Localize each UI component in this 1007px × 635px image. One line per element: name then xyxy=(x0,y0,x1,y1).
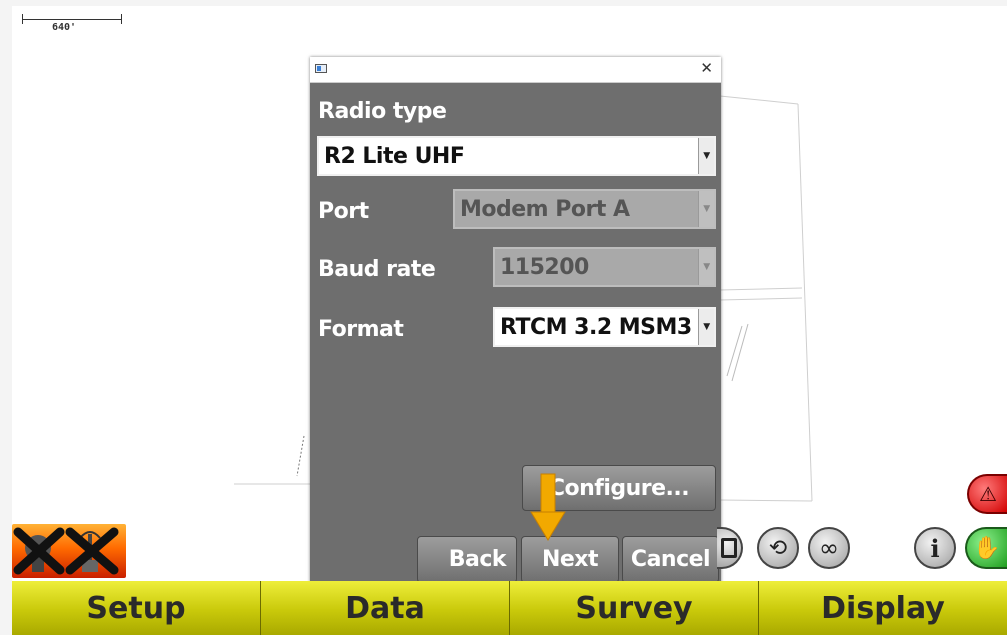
port-value: Modem Port A xyxy=(460,197,630,222)
tab-survey[interactable]: Survey xyxy=(510,581,759,635)
chevron-down-icon: ▼ xyxy=(698,191,714,227)
info-icon[interactable]: i xyxy=(914,527,956,569)
radio-type-select[interactable]: R2 Lite UHF ▼ xyxy=(317,136,716,176)
baud-rate-value: 115200 xyxy=(500,255,589,280)
format-label: Format xyxy=(318,317,404,342)
no-radio-icon xyxy=(65,527,119,575)
format-value: RTCM 3.2 MSM3 xyxy=(500,315,692,340)
close-icon[interactable]: ✕ xyxy=(700,59,713,77)
main-tab-bar: Setup Data Survey Display xyxy=(12,581,1007,635)
infinity-icon[interactable]: ∞ xyxy=(808,527,850,569)
baud-rate-select: 115200 ▼ xyxy=(493,247,716,287)
tab-setup[interactable]: Setup xyxy=(12,581,261,635)
window-icon[interactable] xyxy=(315,64,327,73)
cancel-button[interactable]: Cancel xyxy=(622,536,719,583)
back-button[interactable]: Back xyxy=(417,536,517,583)
format-select[interactable]: RTCM 3.2 MSM3 ▼ xyxy=(493,307,716,347)
tab-display[interactable]: Display xyxy=(759,581,1007,635)
map-scale-bar: 640' xyxy=(22,14,122,33)
map-scale-label: 640' xyxy=(52,22,77,33)
radio-type-label: Radio type xyxy=(318,99,447,124)
baud-rate-label: Baud rate xyxy=(318,257,436,282)
port-select: Modem Port A ▼ xyxy=(453,189,716,229)
no-gnss-icon xyxy=(13,527,65,575)
chevron-down-icon: ▼ xyxy=(698,249,714,285)
port-label: Port xyxy=(318,199,369,224)
alert-icon[interactable]: ⚠ xyxy=(967,474,1007,514)
gnss-radio-status[interactable] xyxy=(12,524,126,578)
chevron-down-icon[interactable]: ▼ xyxy=(698,309,714,345)
rotate-icon[interactable]: ⟲ xyxy=(757,527,799,569)
arrow-down-icon xyxy=(530,473,566,541)
chevron-down-icon[interactable]: ▼ xyxy=(698,138,714,174)
dialog-titlebar: ✕ xyxy=(310,57,721,83)
hand-icon[interactable]: ✋ xyxy=(965,527,1007,569)
tab-data[interactable]: Data xyxy=(261,581,510,635)
radio-settings-dialog: ✕ Radio type R2 Lite UHF ▼ Port Modem Po… xyxy=(310,57,721,583)
radio-type-value: R2 Lite UHF xyxy=(324,144,465,169)
